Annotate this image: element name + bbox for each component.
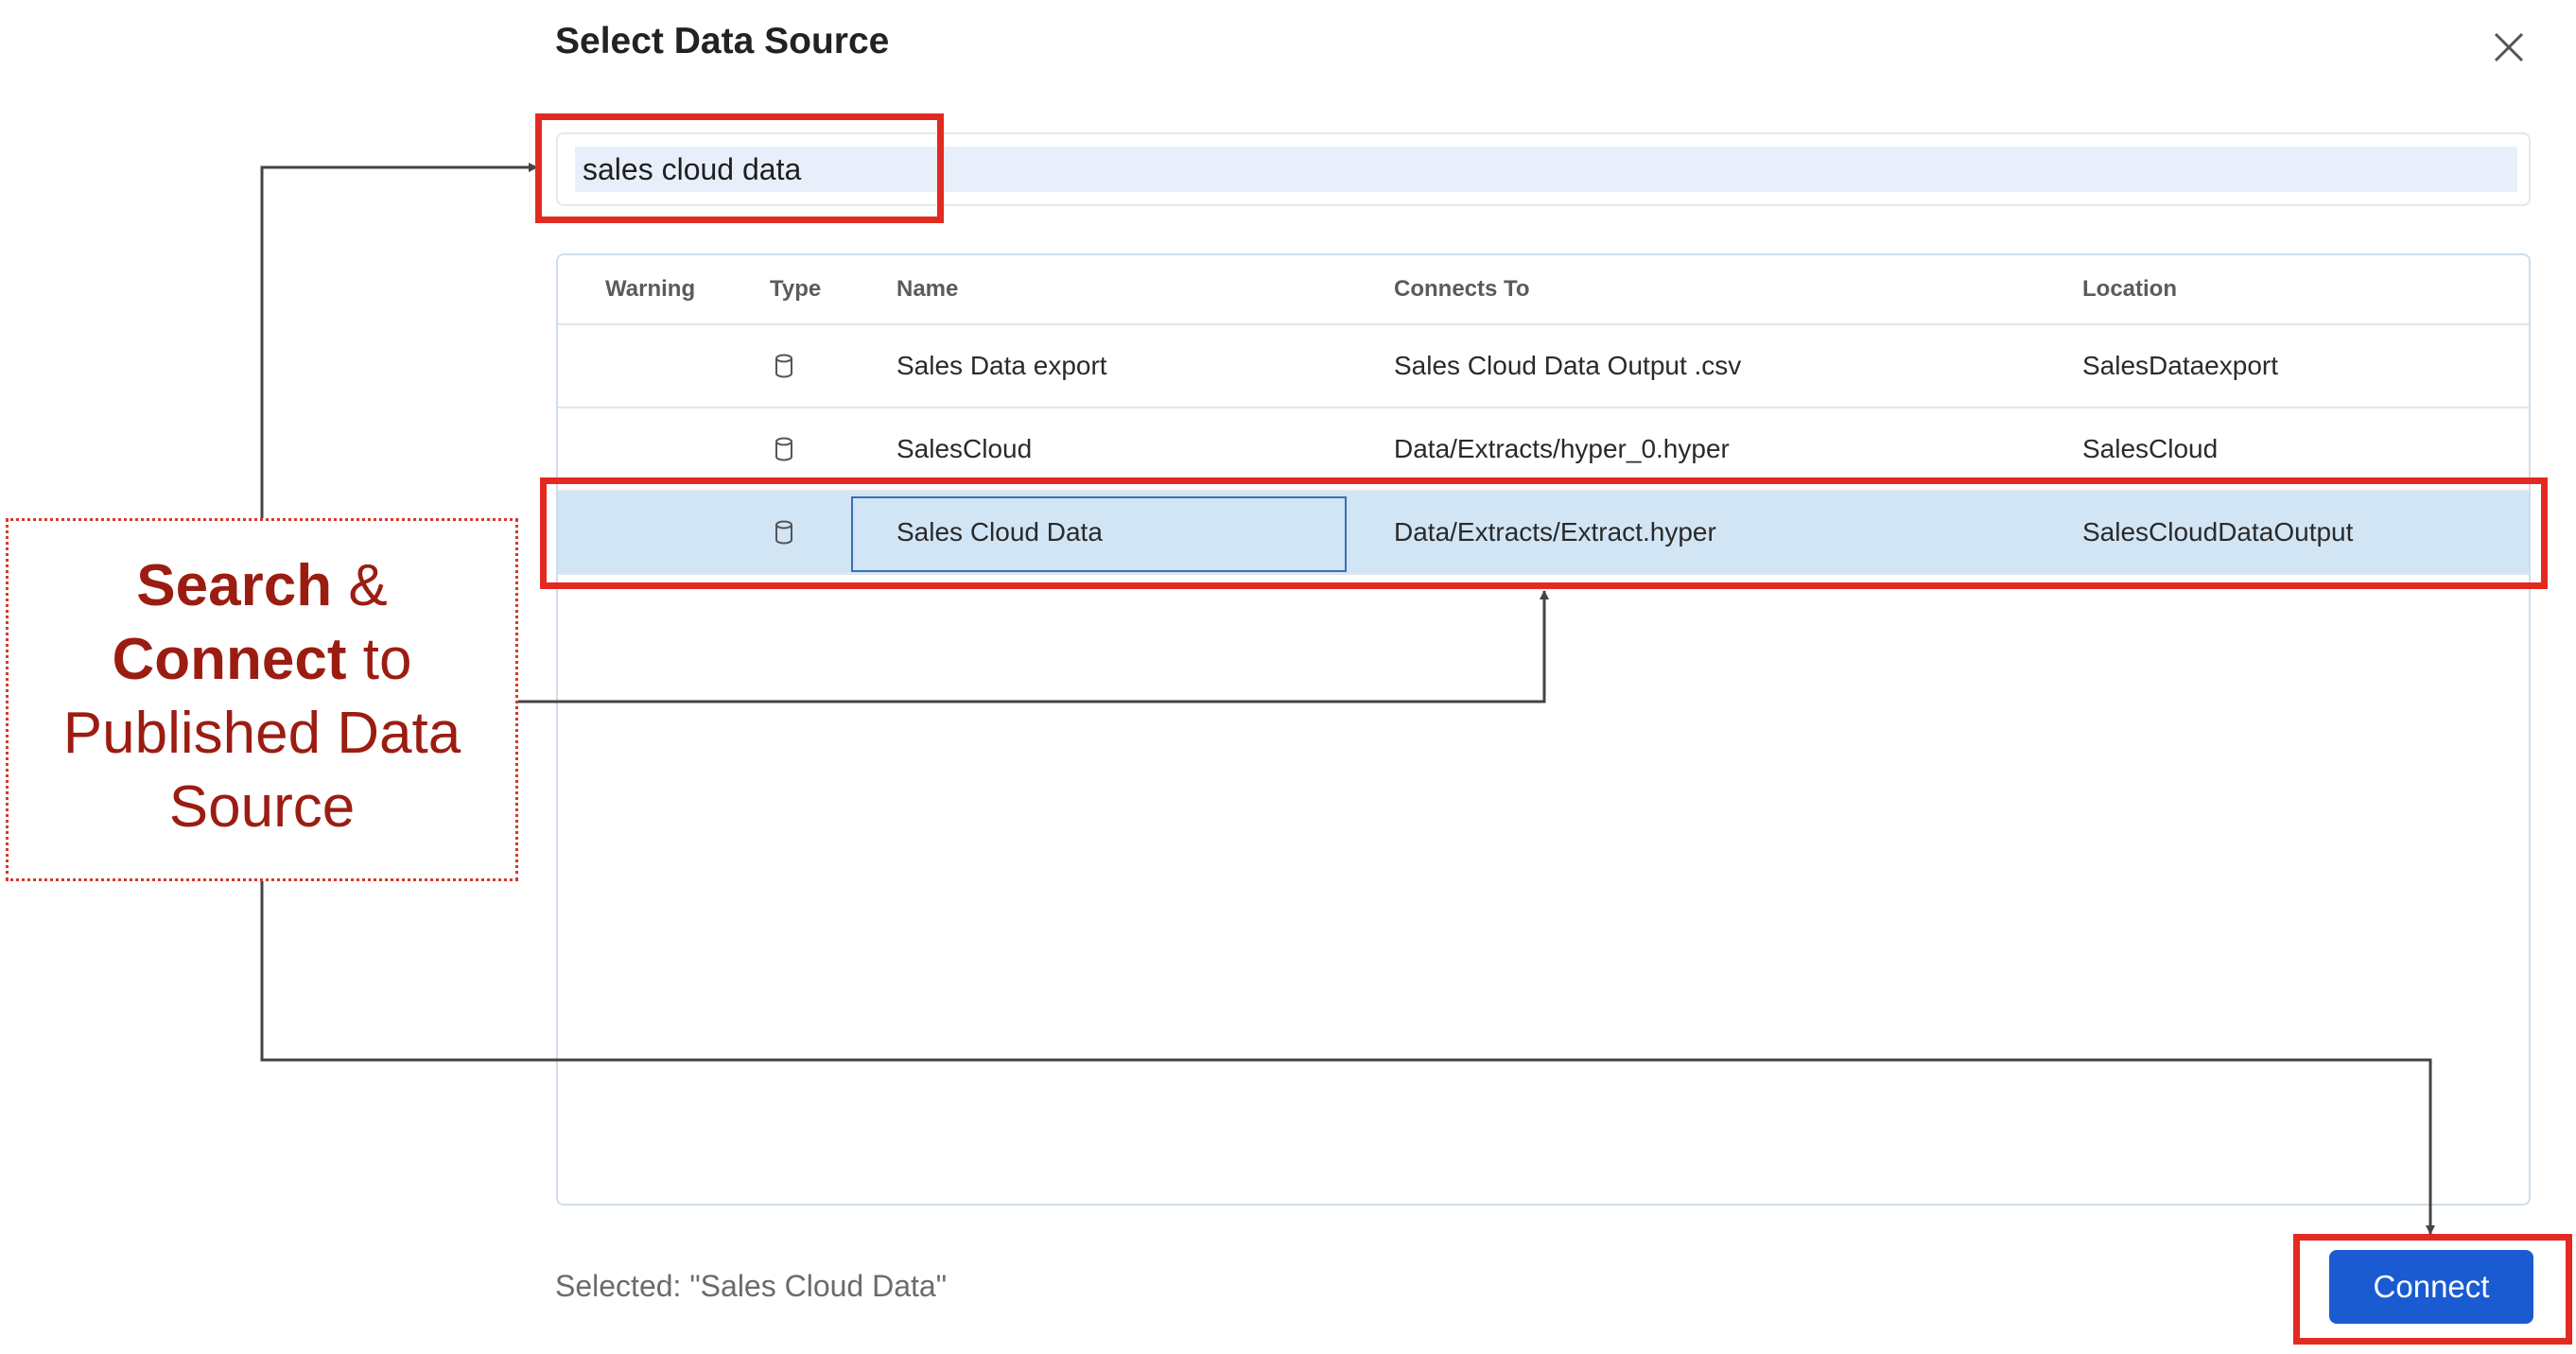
callout-line3: Published Data <box>62 701 461 766</box>
row-highlight-box <box>540 477 2548 589</box>
callout-amp: & <box>348 553 388 618</box>
callout-connect: Connect <box>112 627 347 692</box>
annotation-callout: Search & Connect to Published Data Sourc… <box>6 518 518 881</box>
connect-highlight-box <box>2293 1234 2572 1345</box>
search-highlight-box <box>535 113 944 223</box>
callout-search: Search <box>136 553 333 618</box>
callout-line4: Source <box>168 774 356 840</box>
callout-text: Search & Connect to Published Data Sourc… <box>9 549 515 844</box>
callout-to: to <box>362 627 412 692</box>
